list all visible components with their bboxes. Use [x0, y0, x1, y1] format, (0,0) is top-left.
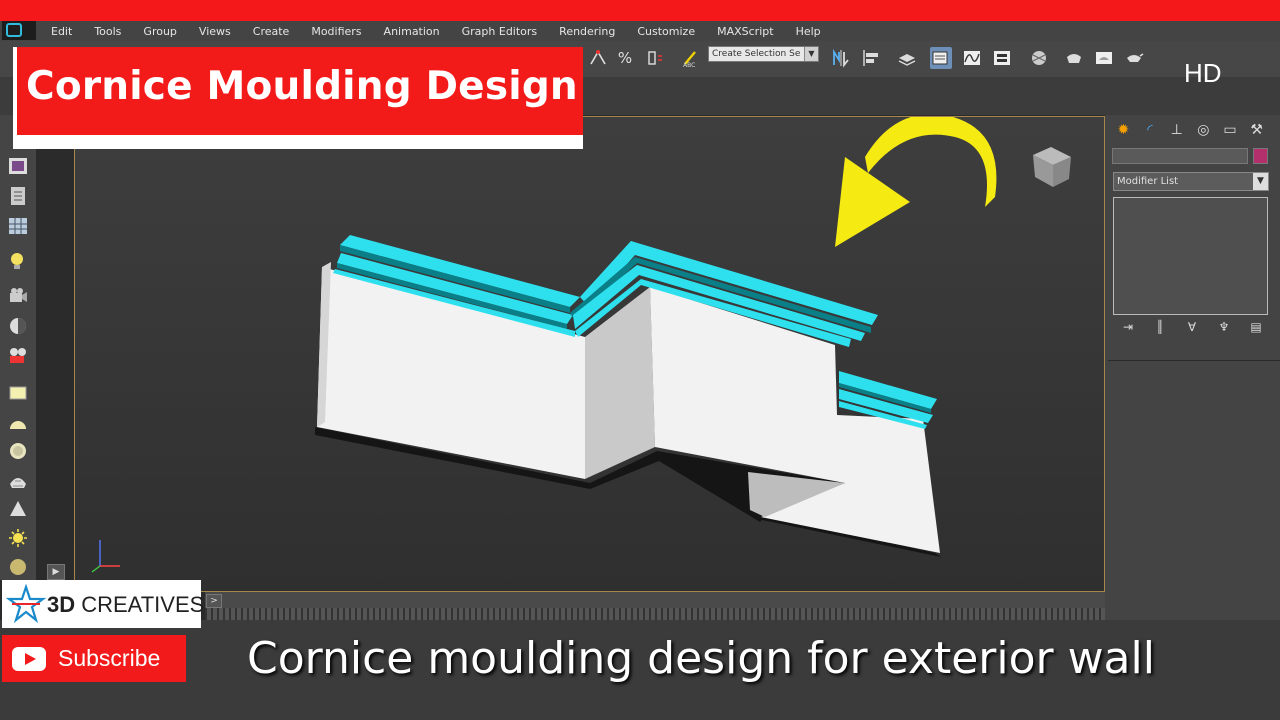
- menu-views[interactable]: Views: [199, 25, 231, 38]
- material-editor-icon[interactable]: [1028, 47, 1050, 69]
- motion-icon[interactable]: ◎: [1190, 119, 1217, 141]
- chevron-down-icon: ▼: [1253, 173, 1268, 190]
- top-red-stripe: [0, 0, 1280, 21]
- spinner-snap-icon[interactable]: [645, 47, 667, 69]
- pin-stack-icon[interactable]: ⇥: [1112, 320, 1144, 340]
- hd-label: HD: [1184, 58, 1222, 88]
- menu-graph-editors[interactable]: Graph Editors: [462, 25, 538, 38]
- menu-modifiers[interactable]: Modifiers: [311, 25, 361, 38]
- axis-gizmo-icon: [88, 534, 128, 578]
- scene-explorer-icon[interactable]: [930, 47, 952, 69]
- camera-film-icon[interactable]: [6, 345, 30, 367]
- mirror-icon[interactable]: [830, 47, 852, 69]
- brand-name: 3D CREATIVES: [47, 592, 204, 618]
- perspective-viewport[interactable]: [75, 117, 1104, 591]
- curve-editor-icon[interactable]: [961, 47, 983, 69]
- menu-animation[interactable]: Animation: [384, 25, 440, 38]
- object-name-field[interactable]: [1112, 148, 1248, 164]
- light-bulb-icon[interactable]: [6, 250, 30, 272]
- menu-tools[interactable]: Tools: [94, 25, 121, 38]
- scene-render: [315, 117, 1071, 557]
- stack-tools: ⇥ ║ ∀ ♆ ▤: [1112, 320, 1272, 340]
- show-end-result-icon[interactable]: ║: [1144, 320, 1176, 340]
- menu-help[interactable]: Help: [796, 25, 821, 38]
- display-icon[interactable]: ▭: [1217, 119, 1244, 141]
- svg-text:ABC: ABC: [683, 62, 695, 68]
- modifier-list-label: Modifier List: [1117, 176, 1179, 187]
- object-color-swatch[interactable]: [1253, 148, 1268, 164]
- timeline-next-icon[interactable]: >: [206, 594, 222, 608]
- menu-create[interactable]: Create: [253, 25, 290, 38]
- circle-icon[interactable]: [6, 440, 30, 462]
- command-panel-tabs: ✹ ◜ ⊥ ◎ ▭ ⚒: [1110, 119, 1270, 141]
- hierarchy-icon[interactable]: ⊥: [1163, 119, 1190, 141]
- sphere-half-icon[interactable]: [6, 315, 30, 337]
- schematic-view-icon[interactable]: [991, 47, 1013, 69]
- edit-named-selection-icon[interactable]: ABC: [680, 47, 702, 69]
- percent-snap-icon[interactable]: %: [614, 47, 636, 69]
- align-icon[interactable]: [860, 47, 882, 69]
- video-title: Cornice Moulding Design: [26, 64, 578, 109]
- geosphere-icon[interactable]: [6, 470, 30, 492]
- camera-icon[interactable]: [6, 285, 30, 307]
- sun-icon[interactable]: [6, 527, 30, 549]
- panel-divider: [1108, 360, 1280, 361]
- modifier-list-dropdown[interactable]: Modifier List ▼: [1113, 172, 1269, 191]
- subscribe-label: Subscribe: [58, 645, 161, 671]
- render-frame-icon[interactable]: [1093, 47, 1115, 69]
- app-logo-icon[interactable]: [2, 21, 36, 40]
- render-icon[interactable]: [1123, 47, 1145, 69]
- render-setup-icon[interactable]: [1063, 47, 1085, 69]
- video-caption: Cornice moulding design for exterior wal…: [247, 633, 1155, 684]
- chevron-down-icon: ▼: [804, 47, 818, 61]
- layer-manager-icon[interactable]: [896, 47, 918, 69]
- menu-rendering[interactable]: Rendering: [559, 25, 615, 38]
- remove-modifier-icon[interactable]: ♆: [1208, 320, 1240, 340]
- utilities-icon[interactable]: ⚒: [1243, 119, 1270, 141]
- dome-icon[interactable]: [6, 412, 30, 434]
- viewport-icon[interactable]: [6, 155, 30, 177]
- main-menu: Edit Tools Group Views Create Modifiers …: [40, 21, 832, 41]
- disk-icon[interactable]: [6, 556, 30, 578]
- make-unique-icon[interactable]: ∀: [1176, 320, 1208, 340]
- menu-group[interactable]: Group: [143, 25, 177, 38]
- document-icon[interactable]: [6, 185, 30, 207]
- cone-icon[interactable]: [6, 498, 30, 520]
- star-logo-icon: [6, 584, 46, 624]
- brand-3d: 3D: [47, 592, 76, 617]
- box-icon[interactable]: [6, 382, 30, 404]
- grid-icon[interactable]: [6, 215, 30, 237]
- view-cube: [1033, 147, 1071, 187]
- create-icon[interactable]: ✹: [1110, 119, 1137, 141]
- modifier-stack[interactable]: [1113, 197, 1268, 315]
- menu-edit[interactable]: Edit: [51, 25, 72, 38]
- expand-arrow-icon[interactable]: ▶: [47, 564, 65, 580]
- youtube-play-icon: [12, 647, 46, 671]
- menu-customize[interactable]: Customize: [637, 25, 695, 38]
- selection-set-dropdown[interactable]: Create Selection Se ▼: [708, 46, 819, 62]
- modify-icon[interactable]: ◜: [1137, 119, 1164, 141]
- brand-creatives: CREATIVES: [75, 592, 205, 617]
- selection-set-value: Create Selection Se: [712, 49, 801, 59]
- configure-sets-icon[interactable]: ▤: [1240, 320, 1272, 340]
- menu-maxscript[interactable]: MAXScript: [717, 25, 773, 38]
- left-toolbar: [0, 115, 36, 580]
- snap-2d-icon[interactable]: [587, 47, 609, 69]
